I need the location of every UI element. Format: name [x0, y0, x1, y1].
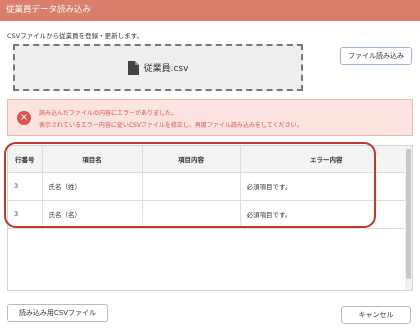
error-message-line2: 表示されているエラー内容に従いCSVファイルを修正し、再度ファイル読み込みをして… — [39, 122, 303, 129]
dialog-title: 従業員データ読み込み — [0, 0, 420, 21]
cell-field-name: 氏名（姓） — [42, 172, 143, 201]
header-error-content: エラー内容 — [240, 146, 412, 173]
table-scrollbar-thumb[interactable] — [406, 149, 411, 279]
file-icon — [127, 60, 139, 75]
error-table-container: 行番号 項目名 項目内容 エラー内容 3 氏名（姓） 必須項目です。 3 氏名（… — [7, 145, 413, 291]
selected-filename: 従業員.csv — [143, 64, 189, 74]
close-circle-icon: × — [17, 111, 31, 125]
instruction-text: CSVファイルから従業員を登録・更新します。 — [7, 32, 143, 40]
error-table: 行番号 項目名 項目内容 エラー内容 3 氏名（姓） 必須項目です。 3 氏名（… — [8, 146, 412, 229]
table-row: 3 氏名（名） 必須項目です。 — [8, 200, 412, 229]
error-alert: × 読み込んだファイルの内容にエラーがありました。 表示されているエラー内容に従… — [7, 99, 413, 136]
header-field-value: 項目内容 — [142, 146, 241, 173]
cancel-button[interactable]: キャンセル — [341, 306, 411, 324]
cell-row-number: 3 — [8, 172, 43, 201]
cell-field-name: 氏名（名） — [42, 200, 143, 229]
table-scrollbar[interactable] — [405, 146, 412, 290]
error-message-line1: 読み込んだファイルの内容にエラーがありました。 — [39, 110, 178, 117]
cell-row-number: 3 — [8, 200, 43, 229]
cell-error-content: 必須項目です。 — [240, 172, 412, 201]
table-row: 3 氏名（姓） 必須項目です。 — [8, 172, 412, 201]
header-row-number: 行番号 — [8, 146, 43, 173]
cell-field-value — [142, 172, 241, 201]
header-field-name: 項目名 — [42, 146, 143, 173]
cell-field-value — [142, 200, 241, 229]
cell-error-content: 必須項目です。 — [240, 200, 412, 229]
download-csv-template-button[interactable]: 読み込み用CSVファイル — [7, 304, 108, 322]
load-file-button[interactable]: ファイル読み込み — [340, 47, 412, 65]
employee-import-dialog: 従業員データ読み込み CSVファイルから従業員を登録・更新します。 従業員.cs… — [0, 0, 420, 332]
file-dropzone[interactable]: 従業員.csv — [13, 44, 303, 91]
table-header-row: 行番号 項目名 項目内容 エラー内容 — [8, 146, 412, 173]
